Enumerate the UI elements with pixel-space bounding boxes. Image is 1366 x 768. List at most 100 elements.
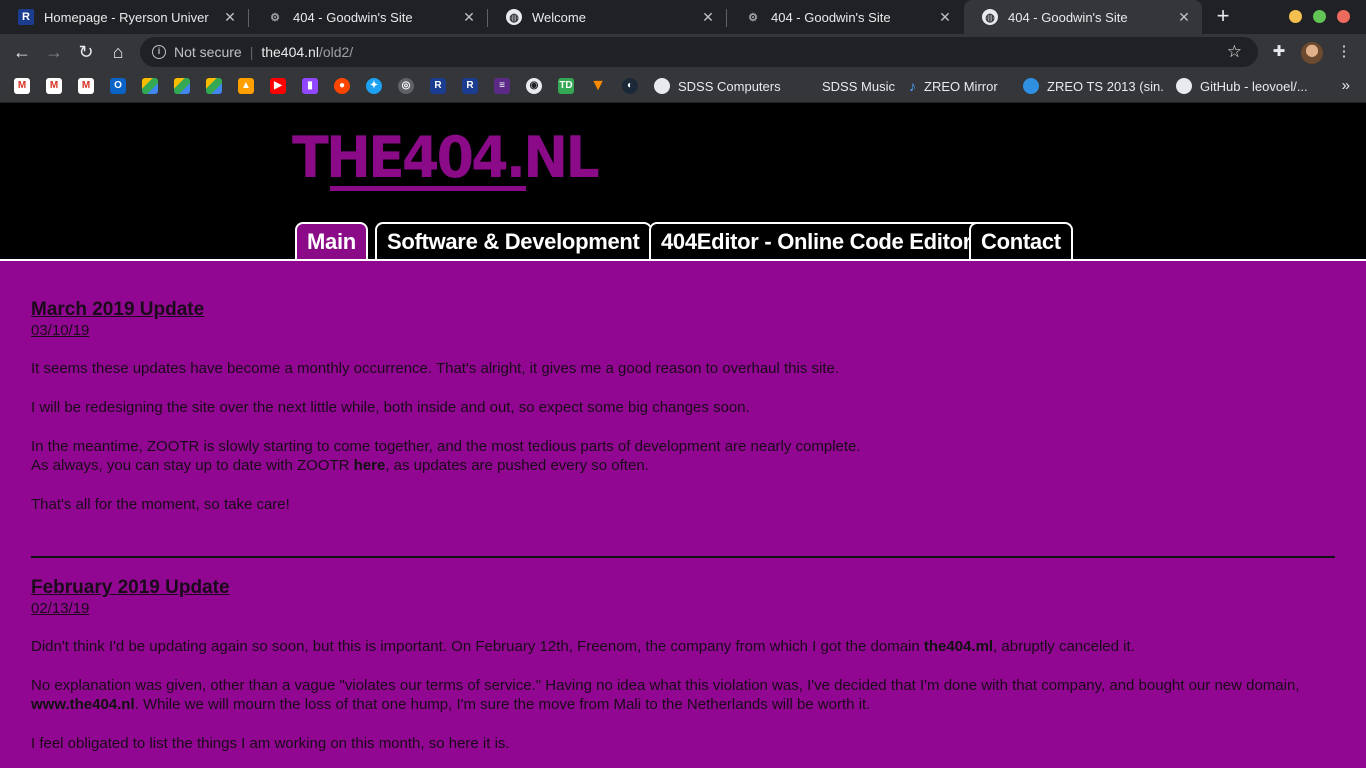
teamspeak-icon: [1023, 78, 1039, 94]
url-path: /old2/: [318, 44, 354, 60]
avatar[interactable]: [1301, 42, 1323, 64]
url-host: the404.nl: [261, 44, 319, 60]
forward-arrow-icon[interactable]: →: [43, 41, 65, 63]
text-span: As always, you can stay up to date with …: [31, 457, 354, 474]
bookmark-github-leovoel[interactable]: GitHub - leovoel/...: [1176, 78, 1320, 94]
tab-title: 404 - Goodwin's Site: [771, 9, 891, 25]
twitch-icon[interactable]: ▮: [302, 78, 318, 94]
tab-title: Homepage - Ryerson Univer: [44, 9, 209, 25]
logo-underline: [330, 186, 526, 191]
close-tab-icon[interactable]: ✕: [461, 9, 477, 25]
ryerson-favicon-icon: R: [18, 9, 34, 25]
bookmark-zreo-ts[interactable]: ZREO TS 2013 (sin...: [1023, 78, 1163, 94]
close-tab-icon[interactable]: ✕: [700, 9, 716, 25]
outlook-icon[interactable]: O: [110, 78, 126, 94]
purple-app-icon[interactable]: ≡: [494, 78, 510, 94]
tab-title: 404 - Goodwin's Site: [1008, 9, 1128, 25]
youtube-icon[interactable]: ▶: [270, 78, 286, 94]
text-span: , as updates are pushed every so often.: [385, 457, 649, 474]
post-title[interactable]: February 2019 Update: [31, 577, 1331, 599]
nav-tab-contact[interactable]: Contact: [969, 222, 1073, 260]
bookmark-sdss-music[interactable]: SDSS Music: [822, 78, 895, 94]
bookmark-zreo-mirror[interactable]: ♪ ZREO Mirror: [909, 78, 998, 94]
github-icon[interactable]: ◉: [526, 78, 542, 94]
security-label: Not secure: [174, 44, 242, 60]
bookmark-star-icon[interactable]: ☆: [1227, 42, 1242, 62]
gmail-icon[interactable]: M: [46, 78, 62, 94]
post-paragraph: I will be redesigning the site over the …: [31, 399, 750, 416]
music-note-icon: ♪: [909, 78, 916, 94]
menu-kebab-icon[interactable]: ⋮: [1334, 42, 1354, 62]
tab-title: 404 - Goodwin's Site: [293, 9, 413, 25]
new-tab-button[interactable]: +: [1212, 5, 1234, 28]
close-tab-icon[interactable]: ✕: [222, 9, 238, 25]
bookmark-label: ZREO Mirror: [924, 78, 998, 94]
post-paragraph: Didn't think I'd be updating again so so…: [31, 637, 1331, 656]
extensions-puzzle-icon[interactable]: ✚: [1269, 42, 1289, 62]
tab-title: Welcome: [532, 9, 586, 25]
google-drive-icon[interactable]: [206, 78, 222, 94]
google-drive-icon[interactable]: [174, 78, 190, 94]
ryerson-icon[interactable]: R: [462, 78, 478, 94]
reddit-icon[interactable]: ●: [334, 78, 350, 94]
home-icon[interactable]: ⌂: [107, 41, 129, 63]
tab-goodwin-active[interactable]: ◍ 404 - Goodwin's Site ✕: [964, 0, 1202, 34]
globe-icon: ◍: [982, 9, 998, 25]
post-paragraph: No explanation was given, other than a v…: [31, 676, 1331, 714]
new-domain-link[interactable]: www.the404.nl: [31, 696, 135, 713]
post-paragraph: I feel obligated to list the things I am…: [31, 735, 510, 752]
nav-tab-software[interactable]: Software & Development: [375, 222, 652, 260]
bookmark-label: GitHub - leovoel/...: [1200, 78, 1308, 94]
post-title[interactable]: March 2019 Update: [31, 299, 1331, 321]
post-march-2019: March 2019 Update 03/10/19 It seems thes…: [31, 299, 1331, 514]
filter-icon[interactable]: ▼: [590, 78, 606, 94]
minimize-button[interactable]: [1289, 10, 1302, 23]
firebase-icon[interactable]: ▲: [238, 78, 254, 94]
bookmark-label: SDSS Computers: [678, 78, 781, 94]
td-bank-icon[interactable]: TD: [558, 78, 574, 94]
close-tab-icon[interactable]: ✕: [1176, 9, 1192, 25]
post-paragraph: It seems these updates have become a mon…: [31, 360, 840, 377]
tab-goodwin-1[interactable]: ⚙ 404 - Goodwin's Site ✕: [249, 0, 487, 34]
tab-strip: R Homepage - Ryerson Univer ✕ ⚙ 404 - Go…: [0, 0, 1366, 34]
zootr-here-link[interactable]: here: [354, 457, 386, 474]
bookmark-sdss-computers[interactable]: SDSS Computers: [654, 78, 781, 94]
text-span: , abruptly canceled it.: [993, 638, 1135, 655]
back-arrow-icon[interactable]: ←: [11, 41, 33, 63]
bookmark-label: SDSS Music: [822, 78, 895, 94]
gmail-icon[interactable]: M: [14, 78, 30, 94]
post-line: In the meantime, ZOOTR is slowly startin…: [31, 438, 861, 455]
gmail-icon[interactable]: M: [78, 78, 94, 94]
tab-welcome[interactable]: ◍ Welcome ✕: [488, 0, 726, 34]
tab-goodwin-2[interactable]: ⚙ 404 - Goodwin's Site ✕: [727, 0, 963, 34]
post-divider: [31, 556, 1335, 558]
reload-icon[interactable]: ↻: [75, 41, 97, 63]
nav-tab-main[interactable]: Main: [295, 222, 368, 260]
close-tab-icon[interactable]: ✕: [937, 9, 953, 25]
text-span: Didn't think I'd be updating again so so…: [31, 638, 924, 655]
tab-ryerson[interactable]: R Homepage - Ryerson Univer ✕: [0, 0, 248, 34]
text-span: . While we will mourn the loss of that o…: [134, 696, 871, 713]
post-line: As always, you can stay up to date with …: [31, 456, 1331, 475]
post-february-2019: February 2019 Update 02/13/19 Didn't thi…: [31, 577, 1331, 753]
bookmarks-bar: M M M O ▲ ▶ ▮ ● ✦ ◎ R R ≡ ◉ TD ▼ ◐ SDSS …: [0, 70, 1366, 103]
old-domain-link[interactable]: the404.ml: [924, 638, 993, 655]
twitter-icon[interactable]: ✦: [366, 78, 382, 94]
close-window-button[interactable]: [1337, 10, 1350, 23]
maximize-button[interactable]: [1313, 10, 1326, 23]
goodwin-favicon-icon: ⚙: [748, 11, 758, 24]
main-content: March 2019 Update 03/10/19 It seems thes…: [0, 261, 1366, 768]
site-logo[interactable]: THE404.NL: [292, 126, 600, 190]
post-date: 03/10/19: [31, 322, 90, 339]
info-icon[interactable]: i: [152, 45, 166, 59]
google-drive-icon[interactable]: [142, 78, 158, 94]
nav-tab-404editor[interactable]: 404Editor - Online Code Editor: [649, 222, 984, 260]
steam-icon[interactable]: ◐: [622, 78, 638, 94]
dribbble-icon[interactable]: ◎: [398, 78, 414, 94]
globe-icon: [654, 78, 670, 94]
globe-icon: ◍: [506, 9, 522, 25]
ryerson-icon[interactable]: R: [430, 78, 446, 94]
bookmark-label: ZREO TS 2013 (sin...: [1047, 78, 1163, 94]
address-bar[interactable]: i Not secure | the404.nl /old2/ ☆: [140, 37, 1258, 67]
more-bookmarks-chevron-icon[interactable]: »: [1342, 77, 1350, 94]
